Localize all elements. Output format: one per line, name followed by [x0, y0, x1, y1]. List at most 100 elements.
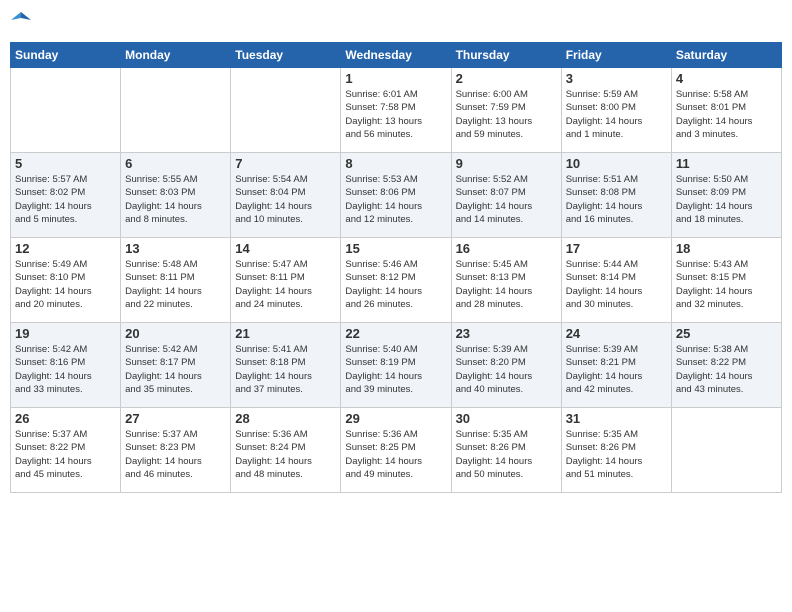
weekday-header: Monday	[121, 43, 231, 68]
calendar-cell: 20 Sunrise: 5:42 AM Sunset: 8:17 PM Dayli…	[121, 323, 231, 408]
page-header	[10, 10, 782, 34]
day-info: Sunrise: 5:37 AM Sunset: 8:22 PM Dayligh…	[15, 428, 116, 481]
day-info: Sunrise: 5:55 AM Sunset: 8:03 PM Dayligh…	[125, 173, 226, 226]
calendar-cell	[121, 68, 231, 153]
day-info: Sunrise: 5:49 AM Sunset: 8:10 PM Dayligh…	[15, 258, 116, 311]
calendar-week-row: 12Sunrise: 5:49 AM Sunset: 8:10 PM Dayli…	[11, 238, 782, 323]
calendar-cell: 6 Sunrise: 5:55 AM Sunset: 8:03 PM Daylig…	[121, 153, 231, 238]
day-number: 28	[235, 411, 336, 426]
weekday-header: Saturday	[671, 43, 781, 68]
calendar-cell: 11 Sunrise: 5:50 AM Sunset: 8:09 PM Dayli…	[671, 153, 781, 238]
calendar-cell: 30Sunrise: 5:35 AM Sunset: 8:26 PM Dayli…	[451, 408, 561, 493]
day-info: Sunrise: 5:43 AM Sunset: 8:15 PM Dayligh…	[676, 258, 777, 311]
day-number: 17	[566, 241, 667, 256]
calendar-cell	[231, 68, 341, 153]
day-number: 19	[15, 326, 116, 341]
day-number: 6	[125, 156, 226, 171]
day-info: Sunrise: 5:47 AM Sunset: 8:11 PM Dayligh…	[235, 258, 336, 311]
calendar-cell: 18 Sunrise: 5:43 AM Sunset: 8:15 PM Dayli…	[671, 238, 781, 323]
weekday-header-row: SundayMondayTuesdayWednesdayThursdayFrid…	[11, 43, 782, 68]
calendar-week-row: 5 Sunrise: 5:57 AM Sunset: 8:02 PM Daylig…	[11, 153, 782, 238]
weekday-header: Thursday	[451, 43, 561, 68]
day-info: Sunrise: 5:35 AM Sunset: 8:26 PM Dayligh…	[456, 428, 557, 481]
calendar-cell: 19 Sunrise: 5:42 AM Sunset: 8:16 PM Dayli…	[11, 323, 121, 408]
day-number: 15	[345, 241, 446, 256]
calendar-cell: 29Sunrise: 5:36 AM Sunset: 8:25 PM Dayli…	[341, 408, 451, 493]
calendar-cell: 16 Sunrise: 5:45 AM Sunset: 8:13 PM Dayli…	[451, 238, 561, 323]
day-number: 13	[125, 241, 226, 256]
calendar-cell: 4 Sunrise: 5:58 AM Sunset: 8:01 PM Daylig…	[671, 68, 781, 153]
calendar-cell: 24Sunrise: 5:39 AM Sunset: 8:21 PM Dayli…	[561, 323, 671, 408]
day-info: Sunrise: 5:36 AM Sunset: 8:24 PM Dayligh…	[235, 428, 336, 481]
day-info: Sunrise: 5:50 AM Sunset: 8:09 PM Dayligh…	[676, 173, 777, 226]
calendar-cell: 14Sunrise: 5:47 AM Sunset: 8:11 PM Dayli…	[231, 238, 341, 323]
calendar-cell: 10Sunrise: 5:51 AM Sunset: 8:08 PM Dayli…	[561, 153, 671, 238]
calendar-cell: 12Sunrise: 5:49 AM Sunset: 8:10 PM Dayli…	[11, 238, 121, 323]
day-info: Sunrise: 5:45 AM Sunset: 8:13 PM Dayligh…	[456, 258, 557, 311]
calendar-cell: 31 Sunrise: 5:35 AM Sunset: 8:26 PM Dayli…	[561, 408, 671, 493]
day-number: 5	[15, 156, 116, 171]
day-info: Sunrise: 6:00 AM Sunset: 7:59 PM Dayligh…	[456, 88, 557, 141]
day-info: Sunrise: 5:35 AM Sunset: 8:26 PM Dayligh…	[566, 428, 667, 481]
day-info: Sunrise: 5:42 AM Sunset: 8:16 PM Dayligh…	[15, 343, 116, 396]
calendar-cell: 3 Sunrise: 5:59 AM Sunset: 8:00 PM Daylig…	[561, 68, 671, 153]
calendar-week-row: 26 Sunrise: 5:37 AM Sunset: 8:22 PM Dayli…	[11, 408, 782, 493]
day-info: Sunrise: 5:37 AM Sunset: 8:23 PM Dayligh…	[125, 428, 226, 481]
calendar-cell: 1 Sunrise: 6:01 AM Sunset: 7:58 PM Daylig…	[341, 68, 451, 153]
calendar-cell: 28 Sunrise: 5:36 AM Sunset: 8:24 PM Dayli…	[231, 408, 341, 493]
day-number: 2	[456, 71, 557, 86]
day-number: 1	[345, 71, 446, 86]
day-number: 22	[345, 326, 446, 341]
calendar-cell: 7 Sunrise: 5:54 AM Sunset: 8:04 PM Daylig…	[231, 153, 341, 238]
logo	[10, 10, 31, 34]
day-info: Sunrise: 5:52 AM Sunset: 8:07 PM Dayligh…	[456, 173, 557, 226]
day-number: 18	[676, 241, 777, 256]
day-info: Sunrise: 5:39 AM Sunset: 8:20 PM Dayligh…	[456, 343, 557, 396]
day-number: 25	[676, 326, 777, 341]
calendar-cell: 13 Sunrise: 5:48 AM Sunset: 8:11 PM Dayli…	[121, 238, 231, 323]
day-number: 11	[676, 156, 777, 171]
calendar-cell: 2 Sunrise: 6:00 AM Sunset: 7:59 PM Daylig…	[451, 68, 561, 153]
day-info: Sunrise: 5:53 AM Sunset: 8:06 PM Dayligh…	[345, 173, 446, 226]
day-number: 31	[566, 411, 667, 426]
day-number: 20	[125, 326, 226, 341]
day-info: Sunrise: 5:41 AM Sunset: 8:18 PM Dayligh…	[235, 343, 336, 396]
day-info: Sunrise: 5:44 AM Sunset: 8:14 PM Dayligh…	[566, 258, 667, 311]
day-info: Sunrise: 5:51 AM Sunset: 8:08 PM Dayligh…	[566, 173, 667, 226]
calendar-cell: 17 Sunrise: 5:44 AM Sunset: 8:14 PM Dayli…	[561, 238, 671, 323]
day-info: Sunrise: 5:59 AM Sunset: 8:00 PM Dayligh…	[566, 88, 667, 141]
day-number: 3	[566, 71, 667, 86]
calendar-cell	[11, 68, 121, 153]
calendar-cell: 8 Sunrise: 5:53 AM Sunset: 8:06 PM Daylig…	[341, 153, 451, 238]
day-info: Sunrise: 5:57 AM Sunset: 8:02 PM Dayligh…	[15, 173, 116, 226]
day-number: 4	[676, 71, 777, 86]
day-number: 8	[345, 156, 446, 171]
calendar-cell: 26 Sunrise: 5:37 AM Sunset: 8:22 PM Dayli…	[11, 408, 121, 493]
calendar-cell: 22Sunrise: 5:40 AM Sunset: 8:19 PM Dayli…	[341, 323, 451, 408]
day-number: 26	[15, 411, 116, 426]
weekday-header: Sunday	[11, 43, 121, 68]
calendar-cell: 25 Sunrise: 5:38 AM Sunset: 8:22 PM Dayli…	[671, 323, 781, 408]
day-number: 9	[456, 156, 557, 171]
calendar-cell	[671, 408, 781, 493]
day-info: Sunrise: 5:58 AM Sunset: 8:01 PM Dayligh…	[676, 88, 777, 141]
day-info: Sunrise: 5:42 AM Sunset: 8:17 PM Dayligh…	[125, 343, 226, 396]
day-number: 27	[125, 411, 226, 426]
day-number: 21	[235, 326, 336, 341]
day-number: 24	[566, 326, 667, 341]
calendar-cell: 21 Sunrise: 5:41 AM Sunset: 8:18 PM Dayli…	[231, 323, 341, 408]
logo-bird-icon	[11, 10, 31, 34]
day-info: Sunrise: 6:01 AM Sunset: 7:58 PM Dayligh…	[345, 88, 446, 141]
day-number: 16	[456, 241, 557, 256]
day-number: 7	[235, 156, 336, 171]
calendar-cell: 9 Sunrise: 5:52 AM Sunset: 8:07 PM Daylig…	[451, 153, 561, 238]
calendar-cell: 5 Sunrise: 5:57 AM Sunset: 8:02 PM Daylig…	[11, 153, 121, 238]
calendar-week-row: 1 Sunrise: 6:01 AM Sunset: 7:58 PM Daylig…	[11, 68, 782, 153]
calendar-cell: 23Sunrise: 5:39 AM Sunset: 8:20 PM Dayli…	[451, 323, 561, 408]
day-info: Sunrise: 5:48 AM Sunset: 8:11 PM Dayligh…	[125, 258, 226, 311]
day-info: Sunrise: 5:54 AM Sunset: 8:04 PM Dayligh…	[235, 173, 336, 226]
weekday-header: Tuesday	[231, 43, 341, 68]
day-info: Sunrise: 5:38 AM Sunset: 8:22 PM Dayligh…	[676, 343, 777, 396]
weekday-header: Friday	[561, 43, 671, 68]
calendar-cell: 15Sunrise: 5:46 AM Sunset: 8:12 PM Dayli…	[341, 238, 451, 323]
